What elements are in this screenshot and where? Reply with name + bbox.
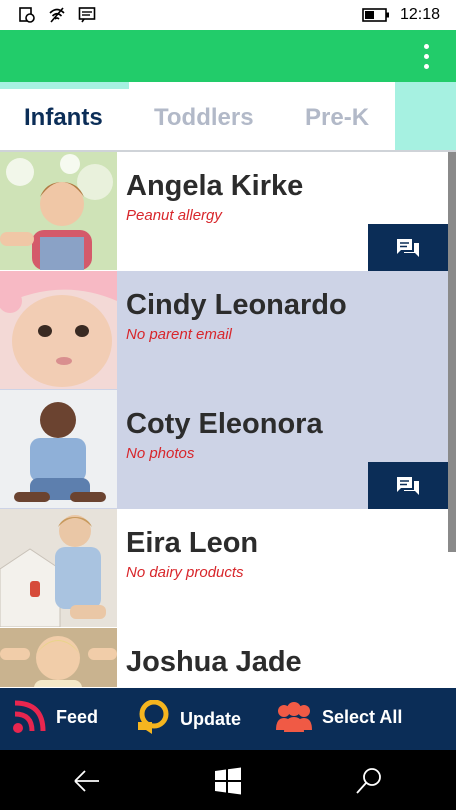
update-chat-icon: [138, 700, 169, 734]
list-item[interactable]: Cindy Leonardo No parent email: [0, 271, 448, 391]
list-item[interactable]: Coty Eleonora No photos: [0, 390, 448, 510]
dot: [423, 53, 429, 59]
child-note: No parent email: [126, 326, 232, 343]
feed-button[interactable]: Feed: [12, 700, 98, 734]
back-arrow-icon[interactable]: [72, 766, 102, 796]
feed-icon: [13, 700, 46, 733]
list-item[interactable]: Joshua Jade: [0, 628, 448, 687]
select-all-label: Select All: [322, 706, 403, 727]
more-options-button[interactable]: [410, 39, 442, 73]
chat-icon: [397, 476, 419, 495]
app-bar: [0, 30, 456, 82]
list-item[interactable]: Angela Kirke Peanut allergy: [0, 152, 448, 272]
tabs-accent-block: [395, 82, 456, 151]
bottom-action-bar: Feed Update Select All: [0, 688, 456, 750]
dot: [423, 63, 429, 69]
feed-label: Feed: [56, 706, 99, 727]
active-tab-indicator: [0, 82, 129, 89]
child-photo: [0, 628, 117, 687]
status-bar: 12:18: [0, 0, 456, 30]
group-icon: [276, 702, 312, 732]
child-note: Peanut allergy: [126, 207, 222, 224]
child-photo: [0, 509, 117, 627]
search-icon[interactable]: [354, 766, 384, 796]
dot: [423, 43, 429, 49]
child-name: Joshua Jade: [126, 646, 302, 678]
child-photo: [0, 390, 117, 508]
system-navigation-bar: [0, 750, 456, 810]
battery-icon: [362, 8, 389, 22]
list-scrollbar[interactable]: [448, 152, 456, 552]
chat-icon: [397, 238, 419, 257]
message-button[interactable]: [368, 462, 448, 509]
update-button[interactable]: Update: [134, 700, 241, 738]
windows-start-icon[interactable]: [213, 766, 243, 796]
child-photo: [0, 271, 117, 389]
message-icon: [78, 7, 96, 23]
update-label: Update: [180, 708, 242, 729]
child-name: Cindy Leonardo: [126, 289, 347, 321]
notification-sync-icon: [19, 7, 35, 23]
children-list: Angela Kirke Peanut allergy Cindy Leonar…: [0, 152, 456, 687]
child-note: No dairy products: [126, 564, 244, 581]
tab-pre-k[interactable]: Pre-K: [305, 104, 369, 132]
select-all-button[interactable]: Select All: [274, 700, 402, 734]
clock: 12:18: [399, 6, 440, 23]
status-icons: [18, 6, 96, 24]
child-name: Coty Eleonora: [126, 408, 323, 440]
wifi-icon: [49, 7, 65, 23]
child-photo: [0, 152, 117, 270]
tab-toddlers[interactable]: Toddlers: [154, 104, 254, 132]
child-name: Eira Leon: [126, 527, 259, 559]
child-note: No photos: [126, 445, 195, 462]
tab-infants[interactable]: Infants: [24, 104, 103, 132]
list-item[interactable]: Eira Leon No dairy products: [0, 509, 448, 629]
child-name: Angela Kirke: [126, 170, 304, 202]
message-button[interactable]: [368, 224, 448, 271]
